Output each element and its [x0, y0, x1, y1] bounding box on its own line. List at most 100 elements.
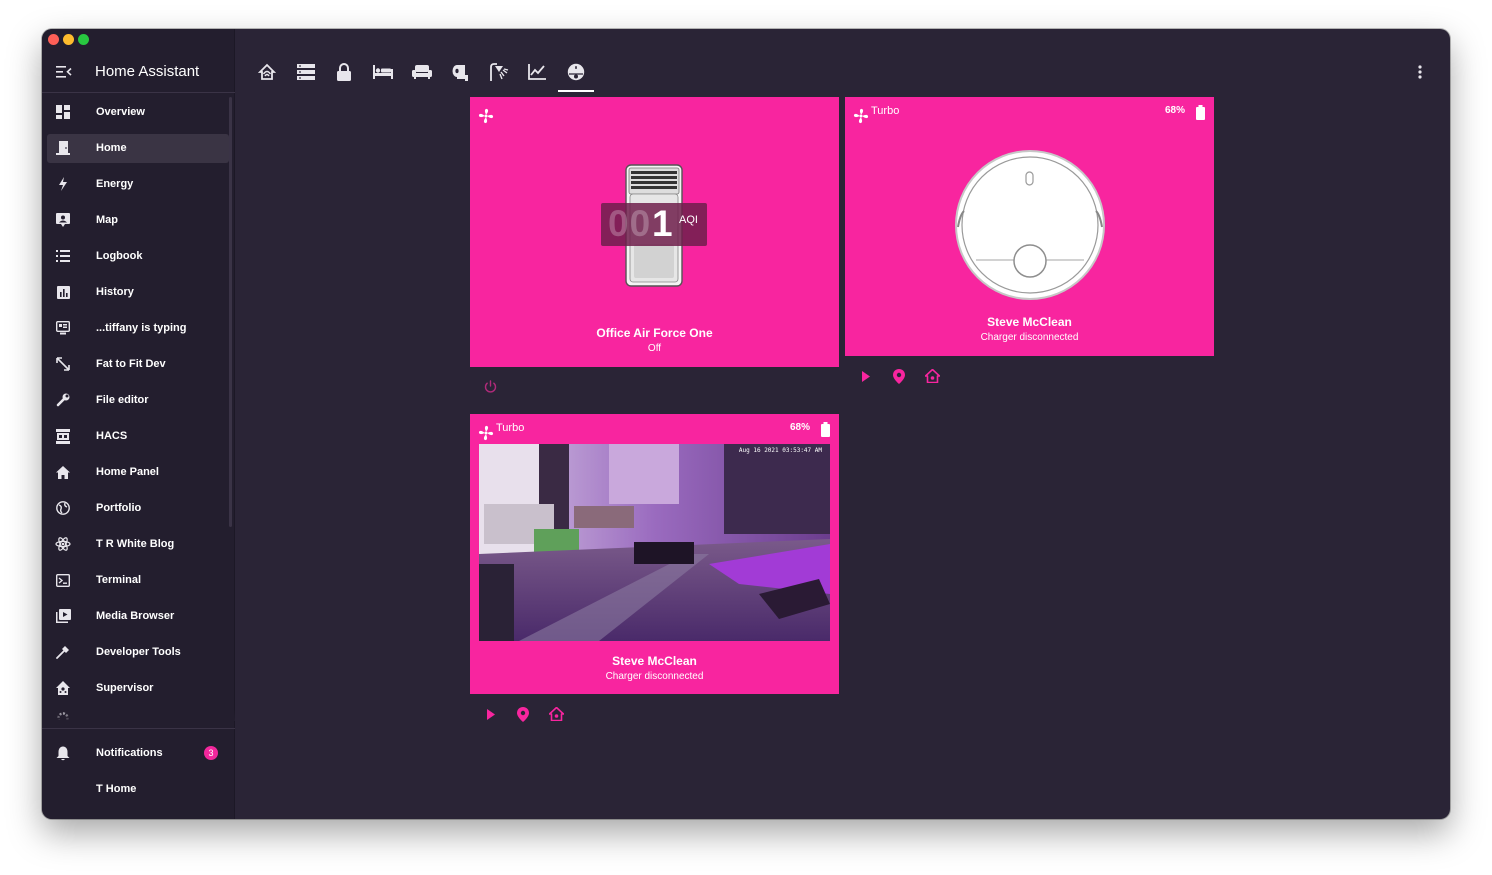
play-icon [487, 708, 495, 720]
sidebar-item-label: Fat to Fit Dev [96, 358, 166, 370]
view-tabs-bar [235, 51, 1450, 93]
sidebar-item-label: Supervisor [96, 682, 154, 694]
atom-icon [55, 536, 71, 552]
hammer-icon [55, 644, 71, 660]
vacuum-camera-feed[interactable]: Aug 16 2021 03:53:47 AM [479, 444, 830, 641]
tab-robot-vacuum[interactable] [558, 51, 594, 93]
vacuum-return-home-button[interactable] [924, 368, 940, 384]
overflow-menu-button[interactable] [1410, 62, 1430, 82]
dashboard-icon [55, 104, 71, 120]
sidebar-item-terminal[interactable]: Terminal [42, 562, 235, 598]
tab-server[interactable] [288, 51, 324, 93]
sidebar-toggle-button[interactable] [54, 62, 74, 82]
robot-vacuum-icon [567, 63, 585, 81]
air-purifier-card[interactable]: 00 1 AQI Office Air Force One Off [470, 97, 839, 367]
tab-home-automation[interactable] [249, 51, 285, 93]
menu-open-icon [56, 65, 72, 78]
play-box-icon [55, 608, 71, 624]
sidebar-item-label: ...tiffany is typing [96, 322, 187, 334]
sidebar-item-portfolio[interactable]: Portfolio [42, 490, 235, 526]
sidebar-item-label: Energy [96, 178, 134, 190]
vacuum-fan-mode: Turbo [871, 105, 900, 117]
tab-lock[interactable] [326, 51, 362, 93]
vacuum-status: Charger disconnected [605, 671, 704, 682]
sidebar-item-energy[interactable]: Energy [42, 166, 235, 202]
globe-icon [55, 500, 71, 516]
sidebar-fade [42, 709, 235, 721]
vacuum-return-home-button[interactable] [548, 706, 564, 722]
air-purifier-power-button[interactable] [482, 379, 498, 395]
sidebar-item-label: Home [96, 142, 127, 154]
expand-arrows-icon [55, 356, 71, 372]
sidebar-item-media-browser[interactable]: Media Browser [42, 598, 235, 634]
vacuum-locate-button[interactable] [891, 368, 907, 384]
lightning-icon [55, 176, 71, 192]
map-marker-icon [517, 706, 529, 722]
zoom-window-button[interactable] [78, 34, 89, 45]
door-icon [55, 140, 71, 156]
air-purifier-name: Office Air Force One [596, 326, 713, 340]
home-map-marker-icon [548, 707, 564, 721]
tab-toilet-paper[interactable] [442, 51, 478, 93]
hacs-icon [55, 428, 71, 444]
close-window-button[interactable] [48, 34, 59, 45]
vacuum-status: Charger disconnected [980, 332, 1079, 343]
sidebar-item-notifications[interactable]: Notifications 3 [42, 735, 235, 771]
tab-chart[interactable] [519, 51, 555, 93]
vacuum-start-button[interactable] [858, 368, 874, 384]
wrench-icon [55, 392, 71, 408]
tab-bed[interactable] [365, 51, 401, 93]
vacuum-camera-card[interactable]: Turbo 68% Aug 16 2021 03:53:47 AM Steve … [470, 414, 839, 694]
home-assistant-icon [55, 680, 71, 696]
vacuum-name: Steve McClean [987, 315, 1072, 329]
sidebar-item-overview[interactable]: Overview [42, 94, 235, 130]
sidebar-item-user[interactable]: T Home [42, 771, 235, 807]
fan-icon[interactable] [478, 108, 494, 124]
air-purifier-status: Off [647, 343, 662, 354]
sidebar-item-logbook[interactable]: Logbook [42, 238, 235, 274]
camera-image [479, 444, 830, 641]
tab-sofa[interactable] [404, 51, 440, 93]
sidebar-item-home-panel[interactable]: Home Panel [42, 454, 235, 490]
sidebar-item-tr-white-blog[interactable]: T R White Blog [42, 526, 235, 562]
sidebar-scrollbar[interactable] [229, 97, 232, 527]
sidebar-item-label: Notifications [96, 747, 163, 759]
home-icon [55, 464, 71, 480]
sidebar-item-file-editor[interactable]: File editor [42, 382, 235, 418]
list-icon [55, 248, 71, 264]
sidebar-item-map[interactable]: Map [42, 202, 235, 238]
chart-line-icon [528, 64, 546, 80]
vacuum-card[interactable]: Turbo 68% Steve McClean Charger disconne… [845, 97, 1214, 356]
vacuum-battery-level: 68% [1164, 105, 1185, 116]
sidebar-divider [42, 728, 235, 729]
sidebar-item-fat-to-fit[interactable]: Fat to Fit Dev [42, 346, 235, 382]
vacuum-name: Steve McClean [612, 654, 697, 668]
vacuum-fan-mode: Turbo [496, 422, 525, 434]
fan-speed-icon[interactable] [478, 425, 494, 441]
window-controls [48, 34, 89, 45]
sidebar-item-home[interactable]: Home [42, 130, 235, 166]
sidebar-nav: Overview Home Energy Map Logbook History [42, 94, 235, 720]
map-marker-icon [893, 368, 905, 384]
fan-speed-icon[interactable] [853, 108, 869, 124]
sidebar-item-supervisor[interactable]: Supervisor [42, 670, 235, 706]
minimize-window-button[interactable] [63, 34, 74, 45]
sidebar-item-tiffany-typing[interactable]: ...tiffany is typing [42, 310, 235, 346]
sidebar-item-label: Overview [96, 106, 145, 118]
vacuum-start-button[interactable] [483, 706, 499, 722]
tab-shower[interactable] [481, 51, 517, 93]
sidebar-item-developer-tools[interactable]: Developer Tools [42, 634, 235, 670]
aqi-display: 00 1 AQI [601, 203, 707, 246]
monitor-dashboard-icon [55, 320, 71, 336]
vacuum-locate-button[interactable] [515, 706, 531, 722]
sidebar-item-history[interactable]: History [42, 274, 235, 310]
shower-icon [490, 63, 509, 81]
sidebar-item-label: Portfolio [96, 502, 142, 514]
bar-chart-icon [55, 284, 71, 300]
sidebar-item-hacs[interactable]: HACS [42, 418, 235, 454]
sidebar-item-label: T R White Blog [96, 538, 175, 550]
power-icon [484, 380, 496, 393]
sidebar-item-label: Map [96, 214, 118, 226]
dots-vertical-icon [1418, 65, 1422, 79]
vacuum-battery-level: 68% [789, 422, 810, 433]
